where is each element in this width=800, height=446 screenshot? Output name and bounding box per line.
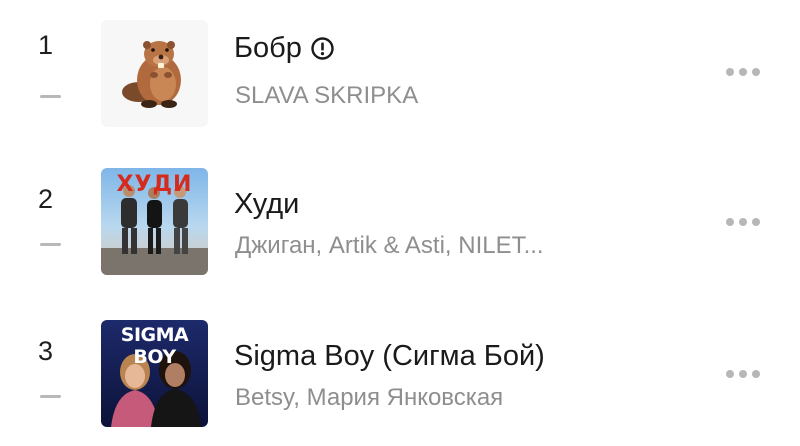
more-dot-icon [726, 218, 734, 226]
cover-title-text: ХУДИ [116, 172, 193, 197]
track-rank: 2 [38, 184, 54, 214]
explicit-icon [311, 37, 334, 60]
more-dot-icon [752, 68, 760, 76]
more-dot-icon [726, 370, 734, 378]
track-artist[interactable]: Джиган, Artik & Asti, NILET... [235, 234, 544, 258]
cover-title-text: SIGMA BOY [120, 324, 189, 368]
more-dot-icon [739, 68, 747, 76]
track-artist[interactable]: SLAVA SKRIPKA [235, 84, 418, 108]
track-artist[interactable]: Betsy, Мария Янковская [235, 386, 503, 410]
more-options-button[interactable] [716, 358, 770, 390]
track-row[interactable]: 1 Бобр SLAVA SKRIPKA [0, 20, 800, 140]
track-title-line: Худи [234, 190, 299, 219]
track-title[interactable]: Sigma Boy (Сигма Бой) [234, 342, 545, 371]
track-cover-hudi[interactable]: ХУДИ [101, 168, 208, 275]
more-dot-icon [739, 370, 747, 378]
more-dot-icon [726, 68, 734, 76]
track-rank: 1 [38, 30, 54, 60]
track-row[interactable]: 3 SIGMA BOY Sigma Boy (Сигма Бой) Betsy,… [0, 320, 800, 440]
chart-track-list: 1 Бобр SLAVA SKRIPKA 2 ХУДИ Худи Джиган,… [0, 0, 800, 446]
beaver-icon [122, 41, 181, 108]
trend-unchanged-icon [40, 395, 61, 398]
track-rank: 3 [38, 336, 54, 366]
more-dot-icon [739, 218, 747, 226]
track-cover-sigma-boy[interactable]: SIGMA BOY [101, 320, 208, 427]
track-title-line: Sigma Boy (Сигма Бой) [234, 342, 545, 371]
trend-unchanged-icon [40, 95, 61, 98]
track-title[interactable]: Худи [234, 190, 299, 219]
track-row[interactable]: 2 ХУДИ Худи Джиган, Artik & Asti, NILET.… [0, 168, 800, 288]
track-cover-beaver[interactable] [101, 20, 208, 127]
more-dot-icon [752, 218, 760, 226]
trend-unchanged-icon [40, 243, 61, 246]
track-title-line: Бобр [234, 34, 335, 63]
more-dot-icon [752, 370, 760, 378]
track-title[interactable]: Бобр [234, 34, 302, 63]
more-options-button[interactable] [716, 206, 770, 238]
more-options-button[interactable] [716, 56, 770, 88]
